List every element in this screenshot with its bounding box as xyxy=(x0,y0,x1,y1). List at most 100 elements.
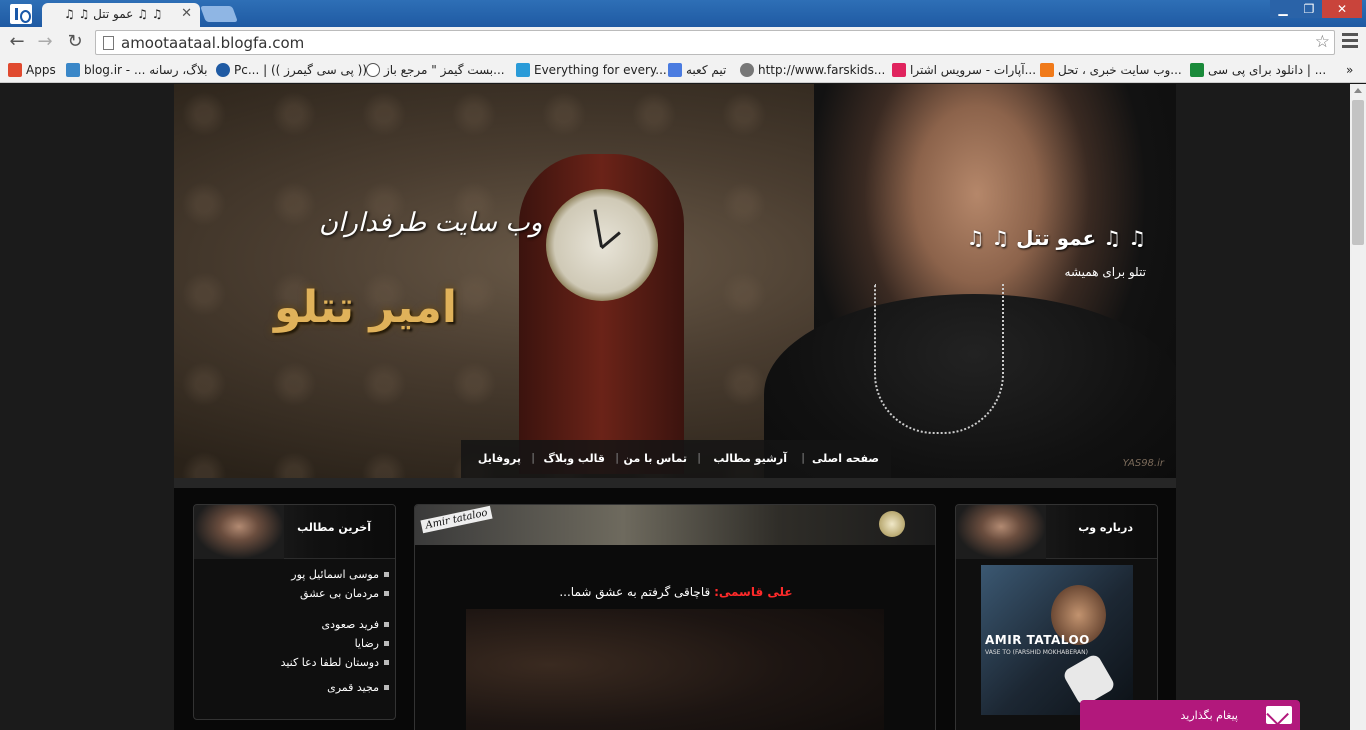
bookmark-aparat[interactable]: آپارات - سرویس اشترا... xyxy=(892,63,1036,77)
latest-posts-list: موسی اسمائیل پور مردمان بی عشق فرید صعود… xyxy=(194,565,395,697)
minimize-button[interactable]: ▁ xyxy=(1270,0,1296,18)
bookmark-label: آپارات - سرویس اشترا... xyxy=(910,63,1037,77)
bookmark-teamkaabe[interactable]: تیم کعبه xyxy=(668,63,726,77)
reload-button[interactable]: ↻ xyxy=(64,31,86,53)
browser-logo-icon xyxy=(10,4,32,24)
bookmarks-overflow-button[interactable]: » xyxy=(1346,63,1353,77)
everything-icon xyxy=(516,63,530,77)
post-image[interactable] xyxy=(466,609,884,730)
bookmark-everything[interactable]: Everything for every... xyxy=(516,63,667,77)
singer-thumbnail xyxy=(194,505,284,559)
fans-website-text: وب سایت طرفداران xyxy=(319,208,543,238)
news-icon xyxy=(1040,63,1054,77)
box-header: آخرین مطالب xyxy=(194,505,395,559)
blog-header: ♫ ♫ عمو تتل ♫ ♫ تتلو برای همیشه وب سایت … xyxy=(174,84,1176,478)
post-text: علی قاسمی: قاچاقی گرفتم به عشق شما... xyxy=(415,585,935,599)
about-box: درباره وب AMIR TATALOO VASE TO (FARSHID … xyxy=(955,504,1158,730)
bookmark-farskids[interactable]: http://www.farskids... xyxy=(740,63,885,77)
singer-thumbnail xyxy=(956,505,1046,559)
close-window-button[interactable]: ✕ xyxy=(1322,0,1362,18)
browser-toolbar: ← → ↻ amootaataal.blogfa.com ☆ xyxy=(0,27,1366,58)
leave-message-widget[interactable]: پیغام بگذارید xyxy=(1080,700,1300,730)
nav-profile[interactable]: پروفایل xyxy=(478,452,521,465)
address-bar[interactable]: amootaataal.blogfa.com ☆ xyxy=(95,30,1335,55)
forward-button[interactable]: → xyxy=(34,31,56,53)
necklace-image xyxy=(874,284,1004,434)
apps-grid-icon xyxy=(8,63,22,77)
nav-home[interactable]: صفحه اصلی xyxy=(812,452,879,465)
tab-close-icon[interactable]: ✕ xyxy=(181,6,192,21)
list-item[interactable]: مردمان بی عشق xyxy=(194,584,395,603)
bookmark-label: Pc... | (( پی سی گیمرز )) xyxy=(234,63,368,77)
bookmark-label: تیم کعبه xyxy=(686,63,727,77)
box-header: درباره وب xyxy=(956,505,1157,559)
header-divider xyxy=(174,478,1176,488)
list-item[interactable]: موسی اسمائیل پور xyxy=(194,565,395,584)
list-item[interactable]: فرید صعودی xyxy=(194,615,395,634)
list-item[interactable]: مجید قمری xyxy=(194,678,395,697)
blogir-icon xyxy=(66,63,80,77)
url-text[interactable]: amootaataal.blogfa.com xyxy=(121,34,304,52)
bookmark-label: blog.ir - ... بلاگ، رسانه xyxy=(84,63,208,77)
scroll-up-arrow-icon[interactable] xyxy=(1354,88,1362,93)
post-author: علی قاسمی: xyxy=(714,585,793,599)
nav-contact[interactable]: تماس با من xyxy=(624,452,687,465)
bookmark-label: بست گیمز " مرجع باز... xyxy=(384,63,505,77)
bookmark-star-icon[interactable]: ☆ xyxy=(1315,32,1330,52)
header-nav-menu: صفحه اصلی | آرشیو مطالب | تماس با من | ق… xyxy=(461,440,891,478)
bestgames-icon xyxy=(366,63,380,77)
scrollbar-thumb[interactable] xyxy=(1352,100,1364,245)
nav-template[interactable]: قالب وبلاگ xyxy=(543,452,605,465)
bookmark-label: دانلود برای پی سی | ... xyxy=(1208,63,1327,77)
tab-title: ♫ ♫ عمو تتل ♫ ♫ xyxy=(64,7,163,21)
bookmark-bestgames[interactable]: بست گیمز " مرجع باز... xyxy=(366,63,505,77)
latest-posts-box: آخرین مطالب موسی اسمائیل پور مردمان بی ع… xyxy=(193,504,396,720)
pcgamers-icon xyxy=(216,63,230,77)
aparat-icon xyxy=(892,63,906,77)
page-viewport: ♫ ♫ عمو تتل ♫ ♫ تتلو برای همیشه وب سایت … xyxy=(0,84,1350,730)
post-body: قاچاقی گرفتم به عشق شما... xyxy=(559,585,715,599)
about-title: درباره وب xyxy=(1078,521,1133,534)
nav-separator: | xyxy=(801,451,805,464)
bookmark-label: Apps xyxy=(26,63,56,77)
bookmark-blogir[interactable]: blog.ir - ... بلاگ، رسانه xyxy=(66,63,207,77)
moon-image xyxy=(879,511,905,537)
nav-archive[interactable]: آرشیو مطالب xyxy=(713,452,787,465)
nav-separator: | xyxy=(697,451,701,464)
bookmark-label: Everything for every... xyxy=(534,63,667,77)
bookmark-pc-download[interactable]: دانلود برای پی سی | ... xyxy=(1190,63,1326,77)
farskids-icon xyxy=(740,63,754,77)
list-item[interactable]: رضایا xyxy=(194,634,395,653)
post-tag-label: Amir tataloo xyxy=(420,505,493,534)
bookmark-label: http://www.farskids... xyxy=(758,63,886,77)
nav-separator: | xyxy=(615,451,619,464)
bookmarks-bar: Apps blog.ir - ... بلاگ، رسانه Pc... | (… xyxy=(0,58,1366,83)
album-subtitle: VASE TO (FARSHID MOKHABERAN) xyxy=(985,649,1088,656)
window-title-bar: ♫ ♫ عمو تتل ♫ ♫ ✕ ▁ ❐ ✕ xyxy=(0,0,1366,27)
menu-icon[interactable] xyxy=(1342,33,1358,51)
maximize-button[interactable]: ❐ xyxy=(1296,0,1322,18)
album-cover-image[interactable]: AMIR TATALOO VASE TO (FARSHID MOKHABERAN… xyxy=(981,565,1133,715)
new-tab-button[interactable] xyxy=(200,6,238,22)
browser-tab[interactable]: ♫ ♫ عمو تتل ♫ ♫ ✕ xyxy=(42,3,200,27)
bookmark-label: وب سایت خبری ، تحل... xyxy=(1058,63,1182,77)
bookmark-pcgamers[interactable]: Pc... | (( پی سی گیمرز )) xyxy=(216,63,367,77)
main-content: آخرین مطالب موسی اسمائیل پور مردمان بی ع… xyxy=(174,488,1176,730)
page-scrollbar[interactable] xyxy=(1350,84,1366,730)
album-title: AMIR TATALOO xyxy=(985,633,1090,647)
bookmark-apps[interactable]: Apps xyxy=(8,63,56,77)
watermark: YAS98.ir xyxy=(1122,458,1164,469)
latest-posts-title: آخرین مطالب xyxy=(297,521,371,534)
pc-download-icon xyxy=(1190,63,1204,77)
blog-title[interactable]: ♫ ♫ عمو تتل ♫ ♫ xyxy=(966,226,1146,250)
back-button[interactable]: ← xyxy=(6,31,28,53)
google-icon xyxy=(668,63,682,77)
blog-subtitle: تتلو برای همیشه xyxy=(1064,265,1146,279)
post-box: Amir tataloo علی قاسمی: قاچاقی گرفتم به … xyxy=(414,504,936,730)
leave-message-label: پیغام بگذارید xyxy=(1180,709,1238,722)
page-icon xyxy=(103,36,114,50)
artist-name-text: امیر تتلو xyxy=(274,282,458,333)
list-item[interactable]: دوستان لطفا دعا کنید xyxy=(194,653,395,672)
bookmark-news[interactable]: وب سایت خبری ، تحل... xyxy=(1040,63,1182,77)
nav-separator: | xyxy=(531,451,535,464)
